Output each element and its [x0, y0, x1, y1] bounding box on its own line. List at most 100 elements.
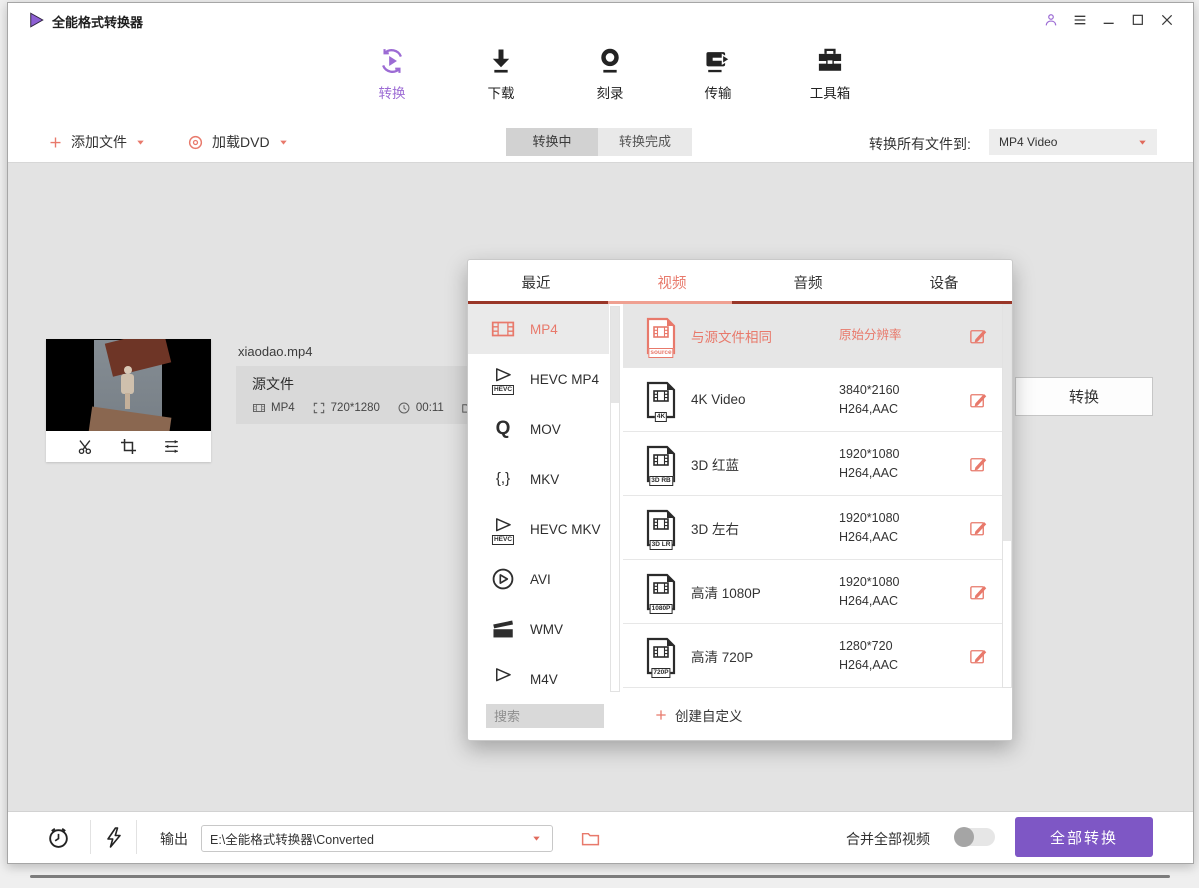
- video-thumbnail: [46, 339, 211, 431]
- format-item-avi[interactable]: AVI: [468, 554, 609, 604]
- format-dropdown-caret-icon: [1137, 137, 1148, 148]
- target-format-dropdown[interactable]: MP4 Video: [989, 129, 1157, 155]
- preset-list-scrollbar[interactable]: [1002, 304, 1012, 688]
- preset-edit-icon[interactable]: [969, 647, 987, 665]
- add-plus-icon: [48, 135, 63, 150]
- app-title: 全能格式转换器: [52, 12, 143, 31]
- preset-edit-icon[interactable]: [969, 455, 987, 473]
- merge-toggle[interactable]: [955, 828, 995, 846]
- tab-finished[interactable]: 转换完成: [598, 128, 692, 156]
- preset-row-3d-rb[interactable]: 3D RB 3D 红蓝 1920*1080H264,AAC: [623, 432, 1003, 496]
- wmv-icon: [490, 616, 516, 642]
- hevc-mkv-icon: HEVC: [490, 516, 516, 542]
- preset-edit-icon[interactable]: [969, 519, 987, 537]
- titlebar: 全能格式转换器: [8, 3, 1193, 37]
- effects-icon[interactable]: [162, 437, 181, 456]
- format-item-m4v[interactable]: M4V: [468, 654, 609, 692]
- preset-edit-icon[interactable]: [969, 583, 987, 601]
- preset-720p-icon: 720P: [645, 637, 677, 675]
- format-icon: [252, 401, 266, 415]
- menu-icon[interactable]: [1072, 12, 1088, 28]
- user-account-icon[interactable]: [1043, 12, 1059, 28]
- create-custom-button[interactable]: 创建自定义: [654, 705, 743, 725]
- source-file-name: xiaodao.mp4: [238, 344, 312, 359]
- maximize-icon[interactable]: [1130, 12, 1146, 28]
- convert-all-button[interactable]: 全部转换: [1015, 817, 1153, 857]
- video-preview-image: [94, 340, 162, 430]
- transfer-tab-icon: [702, 45, 734, 77]
- format-list-scrollbar[interactable]: [610, 306, 620, 692]
- open-folder-icon[interactable]: [579, 828, 602, 849]
- popup-tab-device[interactable]: 设备: [876, 260, 1012, 304]
- toolbox-tab-icon: [814, 45, 846, 77]
- popup-tab-recent[interactable]: 最近: [468, 260, 604, 304]
- footer-bar: 输出 E:\全能格式转换器\Converted 合并全部视频 全部转换: [8, 811, 1193, 862]
- preset-source-icon: source: [645, 317, 677, 355]
- duration-icon: [397, 401, 411, 415]
- preset-4k-icon: 4K: [645, 381, 677, 419]
- mov-icon: Q: [490, 416, 516, 442]
- tab-converting[interactable]: 转换中: [506, 128, 598, 156]
- crop-icon[interactable]: [119, 437, 138, 456]
- popup-tab-audio[interactable]: 音频: [740, 260, 876, 304]
- format-item-hevc-mkv[interactable]: HEVC HEVC MKV: [468, 504, 609, 554]
- preset-row-source[interactable]: source 与源文件相同 原始分辨率: [623, 304, 1003, 368]
- high-speed-bolt-icon[interactable]: [102, 825, 126, 850]
- mkv-icon: {,}: [490, 466, 516, 492]
- format-item-hevc-mp4[interactable]: HEVC HEVC MP4: [468, 354, 609, 404]
- hevc-mp4-icon: HEVC: [490, 366, 516, 392]
- toggle-knob: [954, 827, 974, 847]
- load-dvd-caret-icon[interactable]: [278, 137, 289, 148]
- convert-tab-icon: [376, 45, 408, 77]
- desktop-edge-line: [30, 875, 1170, 878]
- tab-download[interactable]: 下载: [446, 45, 556, 102]
- format-item-mov[interactable]: Q MOV: [468, 404, 609, 454]
- preset-row-4k[interactable]: 4K 4K Video 3840*2160H264,AAC: [623, 368, 1003, 432]
- search-input[interactable]: [486, 704, 604, 728]
- popup-tabs: 最近 视频 音频 设备: [468, 260, 1012, 304]
- add-files-caret-icon[interactable]: [135, 137, 146, 148]
- tab-toolbox[interactable]: 工具箱: [775, 45, 885, 102]
- m4v-icon: [490, 666, 516, 692]
- trim-icon[interactable]: [76, 437, 95, 456]
- format-item-wmv[interactable]: WMV: [468, 604, 609, 654]
- tab-burn[interactable]: 刻录: [555, 45, 665, 102]
- preset-edit-icon[interactable]: [969, 327, 987, 345]
- avi-icon: [490, 566, 516, 592]
- mp4-icon: [490, 316, 516, 342]
- output-path-dropdown[interactable]: E:\全能格式转换器\Converted: [201, 825, 553, 852]
- app-window: 全能格式转换器 转换 下载 刻录 传输 工具箱: [7, 2, 1194, 864]
- video-thumbnail-card: [46, 339, 211, 462]
- preset-3d-rb-icon: 3D RB: [645, 445, 677, 483]
- format-item-mp4[interactable]: MP4: [468, 304, 609, 354]
- preset-row-3d-lr[interactable]: 3D LR 3D 左右 1920*1080H264,AAC: [623, 496, 1003, 560]
- main-nav: 转换 下载 刻录 传输 工具箱: [8, 37, 1193, 121]
- app-logo-icon: [27, 11, 45, 29]
- add-files-button[interactable]: 添加文件: [48, 121, 146, 163]
- format-select-popup: 最近 视频 音频 设备 MP4 HEVC HEVC MP4 Q MOV {,} …: [467, 259, 1013, 741]
- preset-row-720p[interactable]: 720P 高清 720P 1280*720H264,AAC: [623, 624, 1003, 688]
- format-list: MP4 HEVC HEVC MP4 Q MOV {,} MKV HEVC HEV…: [468, 304, 609, 692]
- toolbar: 添加文件 加载DVD 转换中 转换完成 转换所有文件到: MP4 Video: [8, 121, 1193, 163]
- close-icon[interactable]: [1159, 12, 1175, 28]
- path-caret-icon: [531, 833, 542, 844]
- minimize-icon[interactable]: [1101, 12, 1117, 28]
- plus-icon: [654, 708, 668, 722]
- preset-1080p-icon: 1080P: [645, 573, 677, 611]
- convert-button[interactable]: 转换: [1015, 377, 1153, 416]
- tab-transfer[interactable]: 传输: [663, 45, 773, 102]
- popup-tab-video[interactable]: 视频: [604, 260, 740, 304]
- dvd-icon: [187, 134, 204, 151]
- preset-row-1080p[interactable]: 1080P 高清 1080P 1920*1080H264,AAC: [623, 560, 1003, 624]
- resolution-icon: [312, 401, 326, 415]
- merge-all-label: 合并全部视频: [846, 829, 930, 849]
- convert-all-to-label: 转换所有文件到:: [869, 134, 971, 154]
- format-item-mkv[interactable]: {,} MKV: [468, 454, 609, 504]
- tab-convert[interactable]: 转换: [337, 45, 447, 102]
- load-dvd-button[interactable]: 加载DVD: [187, 121, 289, 163]
- preset-edit-icon[interactable]: [969, 391, 987, 409]
- schedule-alarm-icon[interactable]: [46, 825, 71, 850]
- burn-tab-icon: [594, 45, 626, 77]
- output-label: 输出: [160, 829, 188, 849]
- download-tab-icon: [485, 45, 517, 77]
